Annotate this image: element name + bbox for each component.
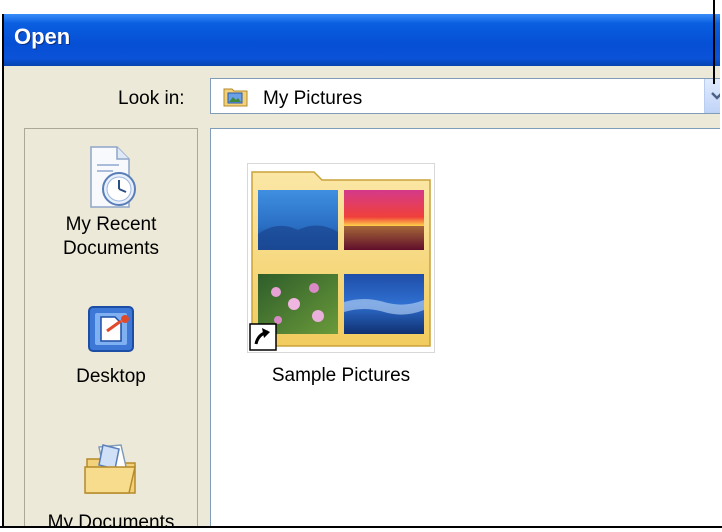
- file-item-thumbnail[interactable]: [247, 163, 435, 353]
- look-in-dropdown[interactable]: My Pictures: [210, 78, 720, 114]
- desktop-icon: [88, 306, 134, 352]
- places-bar: My Recent Documents Desktop My Documents: [24, 128, 198, 527]
- place-my-documents[interactable]: My Documents: [25, 441, 197, 527]
- file-item-label[interactable]: Sample Pictures: [231, 365, 451, 387]
- place-label: Desktop: [76, 366, 146, 387]
- place-label-line2: Documents: [62, 238, 160, 259]
- place-my-recent-documents[interactable]: My Recent Documents: [25, 143, 197, 261]
- frame-border-bottom: [0, 526, 722, 528]
- window-title: Open: [14, 24, 71, 49]
- file-list-pane[interactable]: Sample Pictures: [210, 128, 720, 527]
- dropdown-button[interactable]: [704, 79, 720, 113]
- annotation-callout-line: [713, 0, 715, 84]
- look-in-value: My Pictures: [263, 88, 363, 109]
- place-desktop[interactable]: Desktop: [25, 301, 197, 389]
- folder-thumbnail-icon: [249, 171, 431, 351]
- open-dialog: Open Look in: My Pictures My Recent Docu…: [2, 14, 720, 527]
- look-in-label: Look in:: [118, 88, 185, 109]
- place-label-line1: My Recent: [65, 214, 157, 235]
- chevron-down-icon: [711, 92, 720, 100]
- recent-documents-icon: [90, 146, 136, 208]
- place-label: My Documents: [47, 512, 175, 527]
- my-pictures-folder-icon: [223, 88, 248, 107]
- my-documents-icon: [84, 444, 136, 494]
- title-bar[interactable]: Open: [4, 14, 720, 66]
